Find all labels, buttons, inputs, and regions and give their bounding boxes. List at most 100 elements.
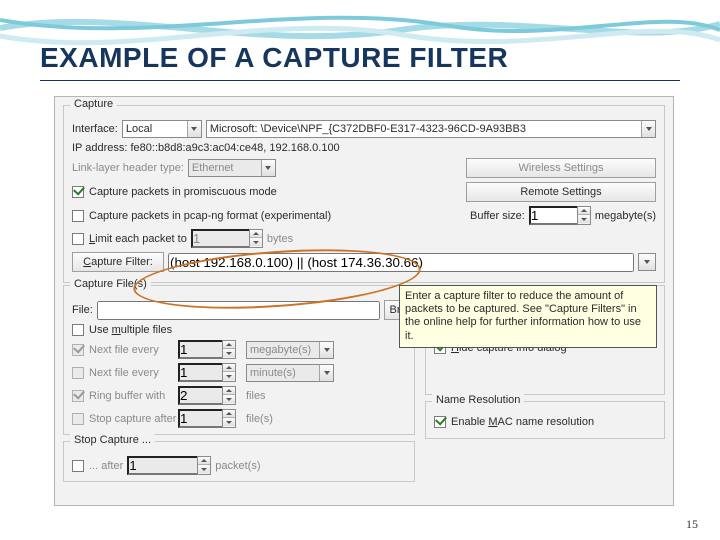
spin-up-icon bbox=[223, 410, 235, 418]
stop-after-label: Stop capture after bbox=[89, 413, 176, 425]
stop-after-packets-input bbox=[127, 456, 197, 475]
capture-files-group: Capture File(s) File: Br Use multiple fi… bbox=[63, 285, 415, 435]
link-layer-value: Ethernet bbox=[192, 162, 234, 174]
dialog-panel: Capture Interface: Local Microsoft: \Dev… bbox=[54, 96, 674, 506]
name-resolution-label: Name Resolution bbox=[432, 394, 524, 406]
spin-up-icon bbox=[198, 457, 210, 465]
spin-down-icon bbox=[250, 238, 262, 246]
stop-after-packets-unit: packet(s) bbox=[215, 460, 260, 472]
limit-packet-stepper bbox=[191, 229, 263, 248]
ring-buffer-unit: files bbox=[246, 390, 336, 402]
spin-up-icon bbox=[223, 364, 235, 372]
checkbox-icon bbox=[72, 233, 84, 245]
file-label: File: bbox=[72, 304, 93, 316]
checkbox-icon bbox=[72, 390, 84, 402]
spin-up-icon bbox=[250, 230, 262, 238]
mac-resolution-checkbox[interactable]: Enable MAC name resolution Enable MAC na… bbox=[434, 416, 594, 428]
stop-after-packets-checkbox[interactable]: ... after bbox=[72, 460, 123, 472]
spin-down-icon bbox=[223, 372, 235, 380]
spin-down-icon bbox=[198, 465, 210, 473]
spin-up-icon bbox=[223, 341, 235, 349]
spin-down-icon bbox=[223, 418, 235, 426]
buffer-unit: megabyte(s) bbox=[595, 210, 656, 222]
ring-buffer-stepper bbox=[178, 386, 246, 405]
chevron-down-icon bbox=[319, 342, 333, 358]
limit-packet-input bbox=[191, 229, 249, 248]
buffer-label: Buffer size: bbox=[470, 210, 525, 222]
limit-packet-label: Limit each packet to bbox=[89, 233, 187, 245]
slide-title: EXAMPLE OF A CAPTURE FILTER bbox=[40, 42, 508, 74]
next-file-time-checkbox: Next file every bbox=[72, 367, 178, 379]
spin-down-icon[interactable] bbox=[578, 215, 590, 223]
pcapng-label: Capture packets in pcap-ng format (exper… bbox=[89, 210, 331, 222]
capture-filter-input[interactable] bbox=[168, 253, 634, 272]
capture-group-label: Capture bbox=[70, 98, 117, 110]
next-file-size-input bbox=[178, 340, 222, 359]
multiple-files-checkbox[interactable]: Use multiple files Use multiple files bbox=[72, 324, 172, 336]
remote-settings-button[interactable]: Remote Settings bbox=[466, 182, 656, 202]
device-value: Microsoft: \Device\NPF_{C372DBF0-E317-43… bbox=[210, 123, 526, 135]
spin-down-icon bbox=[223, 349, 235, 357]
limit-unit: bytes bbox=[267, 233, 293, 245]
checkbox-icon bbox=[72, 344, 84, 356]
chevron-down-icon bbox=[641, 121, 655, 137]
capture-filter-dropdown[interactable] bbox=[638, 253, 656, 271]
next-file-size-checkbox: Next file every bbox=[72, 344, 178, 356]
interface-value: Local bbox=[126, 123, 152, 135]
next-file-time-unit: minute(s) bbox=[246, 364, 334, 382]
page-number: 15 bbox=[686, 517, 698, 532]
multiple-files-label: Use multiple files bbox=[89, 324, 172, 336]
checkbox-icon bbox=[434, 416, 446, 428]
capture-filter-button-label: Capture Filter: bbox=[83, 256, 153, 268]
ring-buffer-label: Ring buffer with bbox=[89, 390, 165, 402]
checkbox-icon bbox=[72, 324, 84, 336]
capture-group: Capture Interface: Local Microsoft: \Dev… bbox=[63, 105, 665, 283]
next-file-time-input bbox=[178, 363, 222, 382]
next-file-time-stepper bbox=[178, 363, 246, 382]
chevron-down-icon bbox=[187, 121, 201, 137]
next-file-size-label: Next file every bbox=[89, 344, 159, 356]
interface-combo[interactable]: Local bbox=[122, 120, 202, 138]
stop-after-checkbox: Stop capture after bbox=[72, 413, 178, 425]
device-combo[interactable]: Microsoft: \Device\NPF_{C372DBF0-E317-43… bbox=[206, 120, 656, 138]
stop-capture-group-label: Stop Capture ... bbox=[70, 434, 155, 446]
chevron-down-icon bbox=[261, 160, 275, 176]
checkbox-icon bbox=[72, 460, 84, 472]
files-group-label: Capture File(s) bbox=[70, 278, 151, 290]
spin-down-icon bbox=[223, 395, 235, 403]
stop-after-stepper bbox=[178, 409, 246, 428]
stop-capture-group: Stop Capture ... ... after packet(s) bbox=[63, 441, 415, 482]
spin-up-icon bbox=[223, 387, 235, 395]
capture-filter-button[interactable]: Capture Filter: Capture Filter: bbox=[72, 252, 164, 272]
next-file-time-label: Next file every bbox=[89, 367, 159, 379]
checkbox-icon bbox=[72, 367, 84, 379]
stop-after-unit: file(s) bbox=[246, 413, 336, 425]
promiscuous-checkbox[interactable]: Capture packets in promiscuous mode bbox=[72, 186, 277, 198]
wireless-settings-button[interactable]: Wireless Settings bbox=[466, 158, 656, 178]
ring-buffer-input bbox=[178, 386, 222, 405]
promiscuous-label: Capture packets in promiscuous mode bbox=[89, 186, 277, 198]
interface-label: Interface: bbox=[72, 123, 118, 135]
stop-after-packets-label: ... after bbox=[89, 460, 123, 472]
capture-filter-tooltip: Enter a capture filter to reduce the amo… bbox=[399, 285, 657, 348]
stop-after-packets-stepper bbox=[127, 456, 211, 475]
ip-address-label: IP address: fe80::b8d8:a9c3:ac04:ce48, 1… bbox=[72, 142, 340, 154]
chevron-down-icon bbox=[639, 254, 655, 270]
next-file-size-unit: megabyte(s) bbox=[246, 341, 334, 359]
chevron-down-icon bbox=[319, 365, 333, 381]
ring-buffer-checkbox: Ring buffer with bbox=[72, 390, 178, 402]
limit-packet-checkbox[interactable]: Limit each packet to Limit each packet t… bbox=[72, 233, 187, 245]
link-layer-label: Link-layer header type: bbox=[72, 162, 184, 174]
checkbox-icon bbox=[72, 186, 84, 198]
next-file-size-stepper bbox=[178, 340, 246, 359]
buffer-size-input[interactable] bbox=[529, 206, 577, 225]
stop-after-input bbox=[178, 409, 222, 428]
file-input[interactable] bbox=[97, 301, 380, 320]
link-layer-combo: Ethernet bbox=[188, 159, 276, 177]
title-divider bbox=[40, 80, 680, 81]
mac-resolution-label: Enable MAC name resolution bbox=[451, 416, 594, 428]
checkbox-icon bbox=[72, 413, 84, 425]
spin-up-icon[interactable] bbox=[578, 207, 590, 215]
buffer-size-stepper[interactable] bbox=[529, 206, 591, 225]
pcapng-checkbox[interactable]: Capture packets in pcap-ng format (exper… bbox=[72, 210, 331, 222]
